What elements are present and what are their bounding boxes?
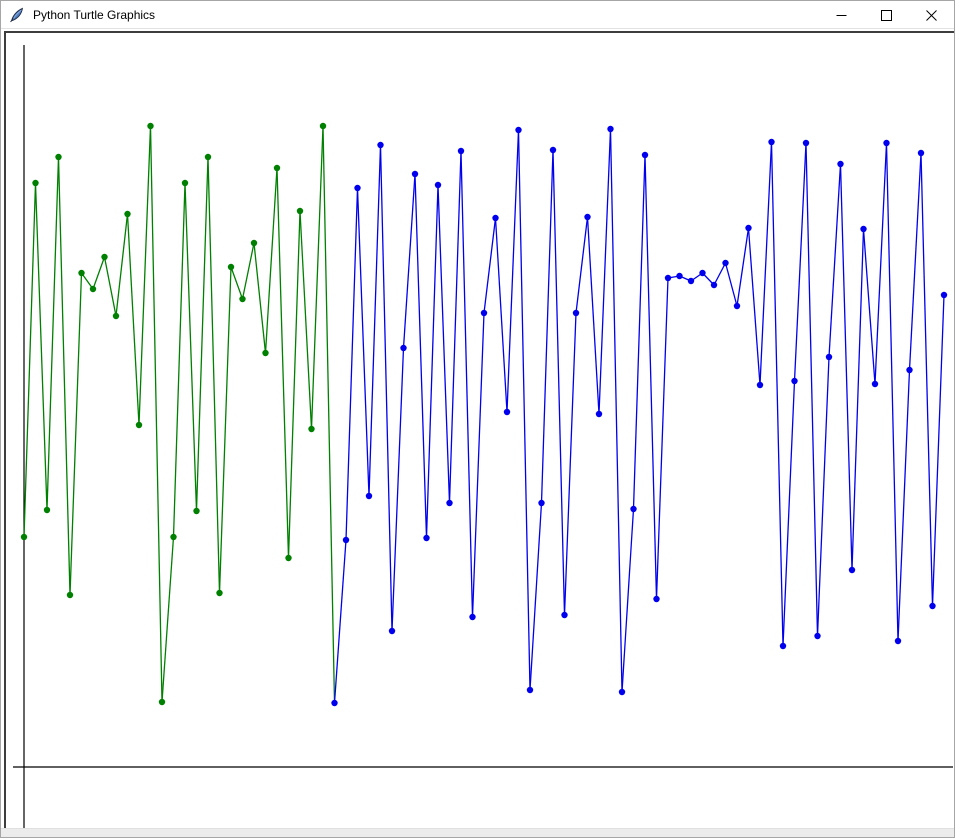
bottom-resize-strip bbox=[1, 828, 954, 837]
title-bar: Python Turtle Graphics bbox=[1, 1, 954, 29]
window-title: Python Turtle Graphics bbox=[33, 8, 155, 22]
window-controls bbox=[819, 1, 954, 29]
tk-feather-icon bbox=[9, 7, 25, 23]
maximize-button[interactable] bbox=[864, 1, 909, 29]
maximize-icon bbox=[881, 10, 892, 21]
minimize-icon bbox=[836, 10, 847, 21]
canvas-frame bbox=[4, 31, 954, 829]
close-icon bbox=[926, 10, 937, 21]
turtle-graphics-window: Python Turtle Graphics bbox=[0, 0, 955, 838]
minimize-button[interactable] bbox=[819, 1, 864, 29]
close-button[interactable] bbox=[909, 1, 954, 29]
